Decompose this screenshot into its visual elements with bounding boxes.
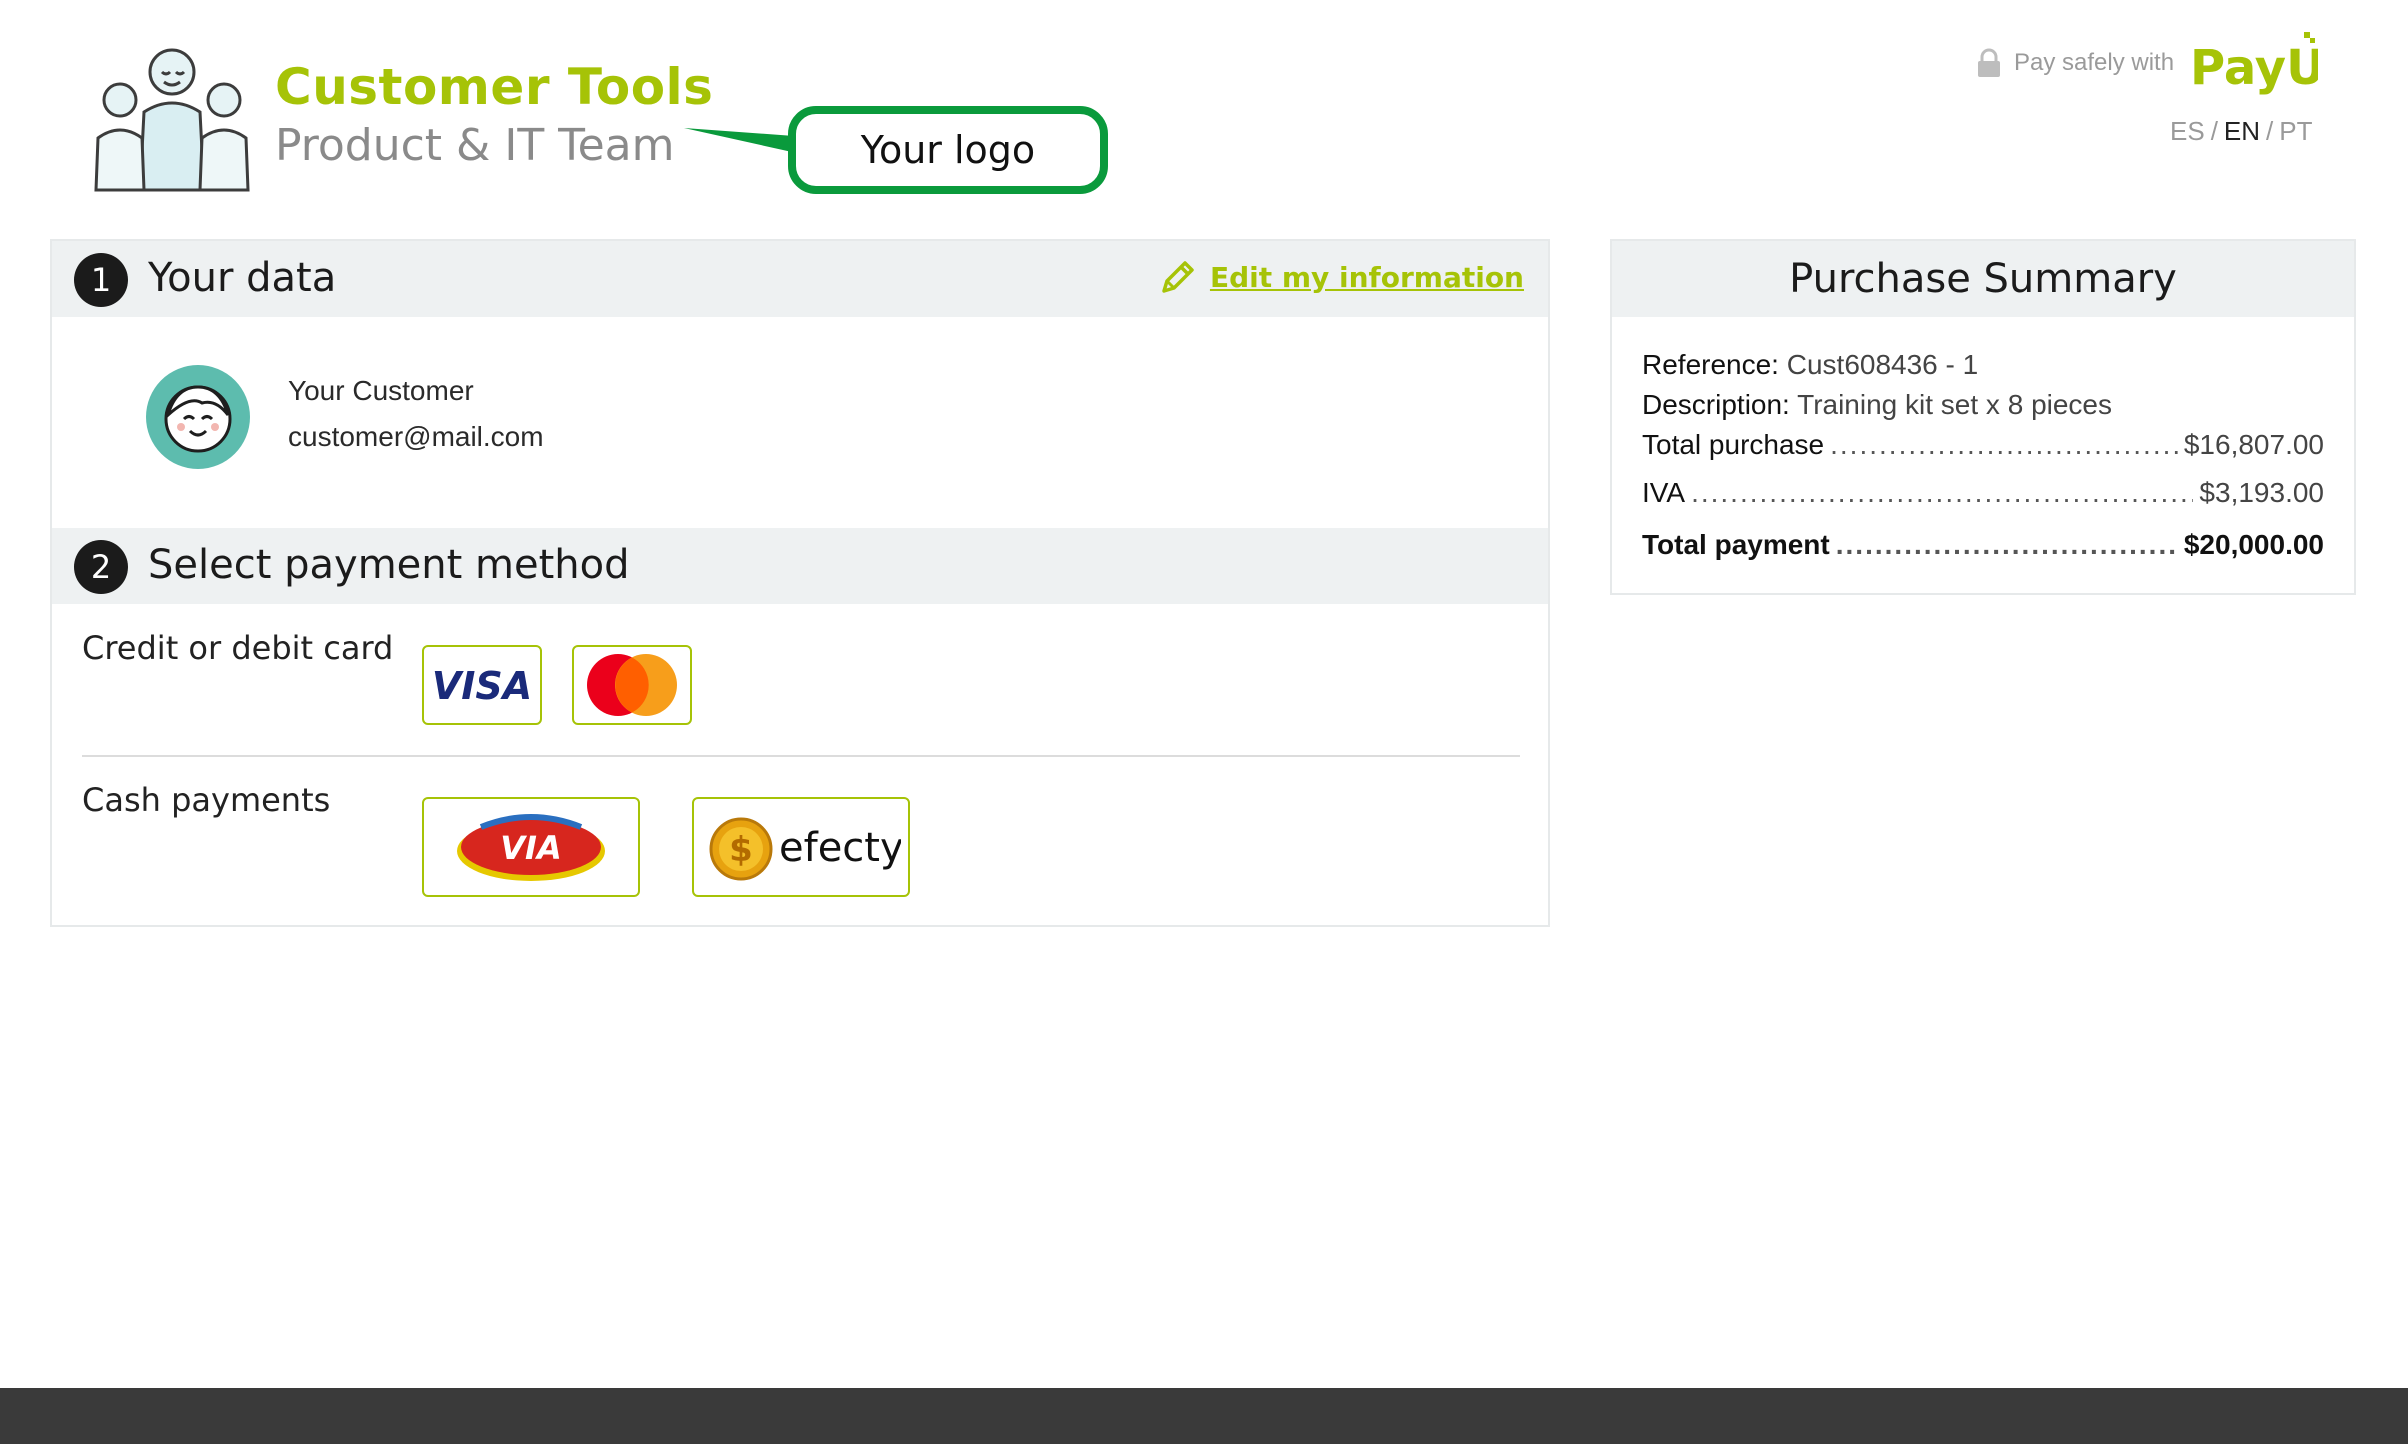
- visa-logo: VISA: [434, 664, 530, 707]
- avatar-icon: [146, 365, 250, 469]
- section-divider: [82, 755, 1520, 757]
- reference-line: Reference: Cust608436 - 1: [1642, 349, 2324, 381]
- iva-line: IVA ....................................…: [1642, 477, 2324, 509]
- payu-logo: PayU: [2190, 32, 2318, 96]
- language-switcher: ES / EN / PT: [2170, 116, 2313, 146]
- mastercard-button[interactable]: [572, 645, 692, 725]
- svg-text:$: $: [729, 830, 753, 870]
- lang-es[interactable]: ES: [2170, 116, 2205, 146]
- logo-placeholder: Your logo: [788, 106, 1108, 194]
- edit-information-label[interactable]: Edit my information: [1210, 261, 1524, 294]
- svg-text:VIA: VIA: [500, 829, 561, 867]
- your-data-title: Your data: [148, 255, 337, 301]
- reference-label: Reference:: [1642, 349, 1779, 380]
- pay-safely-text: Pay safely with: [2014, 49, 2175, 76]
- payment-method-title: Select payment method: [148, 542, 630, 588]
- dot-leader: ........................................…: [1830, 429, 2178, 460]
- reference-value: Cust608436 - 1: [1786, 349, 1979, 380]
- purchase-summary: Purchase Summary Reference: Cust608436 -…: [1610, 239, 2356, 595]
- purchase-summary-title: Purchase Summary: [1612, 241, 2354, 317]
- checkout-panel: 1 Your data Edit my information Your Cus…: [50, 239, 1550, 927]
- customer-name: Your Customer: [288, 375, 474, 406]
- total-purchase-label: Total purchase: [1642, 429, 1825, 460]
- step-badge: 2: [74, 540, 128, 594]
- card-payments-label: Credit or debit card: [82, 629, 394, 667]
- svg-text:PayU: PayU: [2190, 40, 2318, 96]
- description-line: Description: Training kit set x 8 pieces: [1642, 389, 2324, 421]
- iva-value: $3,193.00: [2199, 477, 2324, 508]
- merchant-brand: Customer Tools Product & IT Team: [92, 38, 714, 198]
- efecty-logo: $ efecty: [709, 817, 901, 881]
- via-button[interactable]: VIA: [422, 797, 640, 897]
- pencil-icon: [1162, 261, 1194, 293]
- description-value: Training kit set x 8 pieces: [1797, 389, 2113, 420]
- lang-pt[interactable]: PT: [2279, 116, 2312, 146]
- your-data-header: 1 Your data Edit my information: [52, 241, 1548, 317]
- description-label: Description:: [1642, 389, 1790, 420]
- page-footer: [0, 1388, 2408, 1444]
- edit-information-link[interactable]: Edit my information: [1158, 257, 1524, 297]
- team-illustration: [94, 48, 250, 192]
- mastercard-logo: [587, 654, 677, 716]
- step-badge: 1: [74, 253, 128, 307]
- total-payment-line: Total payment ..........................…: [1642, 529, 2324, 561]
- pay-safely-banner: Pay safely with PayU: [1976, 28, 2318, 98]
- callout-pointer: [684, 128, 794, 152]
- iva-label: IVA: [1642, 477, 1686, 508]
- brand-title: Customer Tools: [275, 58, 714, 116]
- customer-email: customer@mail.com: [288, 421, 544, 452]
- total-purchase-line: Total purchase .........................…: [1642, 429, 2324, 461]
- lang-en[interactable]: EN: [2224, 116, 2260, 146]
- cash-payments-label: Cash payments: [82, 781, 331, 819]
- lock-icon: [1978, 48, 2000, 77]
- via-logo: VIA: [457, 814, 605, 881]
- brand-subtitle: Product & IT Team: [275, 120, 675, 171]
- total-payment-value: $20,000.00: [2183, 529, 2324, 560]
- total-purchase-value: $16,807.00: [2183, 429, 2324, 460]
- svg-text:VISA: VISA: [434, 664, 530, 707]
- visa-button[interactable]: VISA: [422, 645, 542, 725]
- dot-leader: ........................................…: [1691, 477, 2193, 508]
- total-payment-label: Total payment: [1642, 529, 1830, 560]
- efecty-button[interactable]: $ efecty: [692, 797, 910, 897]
- payment-method-header: 2 Select payment method: [52, 528, 1548, 604]
- svg-text:efecty: efecty: [779, 825, 901, 871]
- dot-leader: ........................................…: [1835, 529, 2178, 560]
